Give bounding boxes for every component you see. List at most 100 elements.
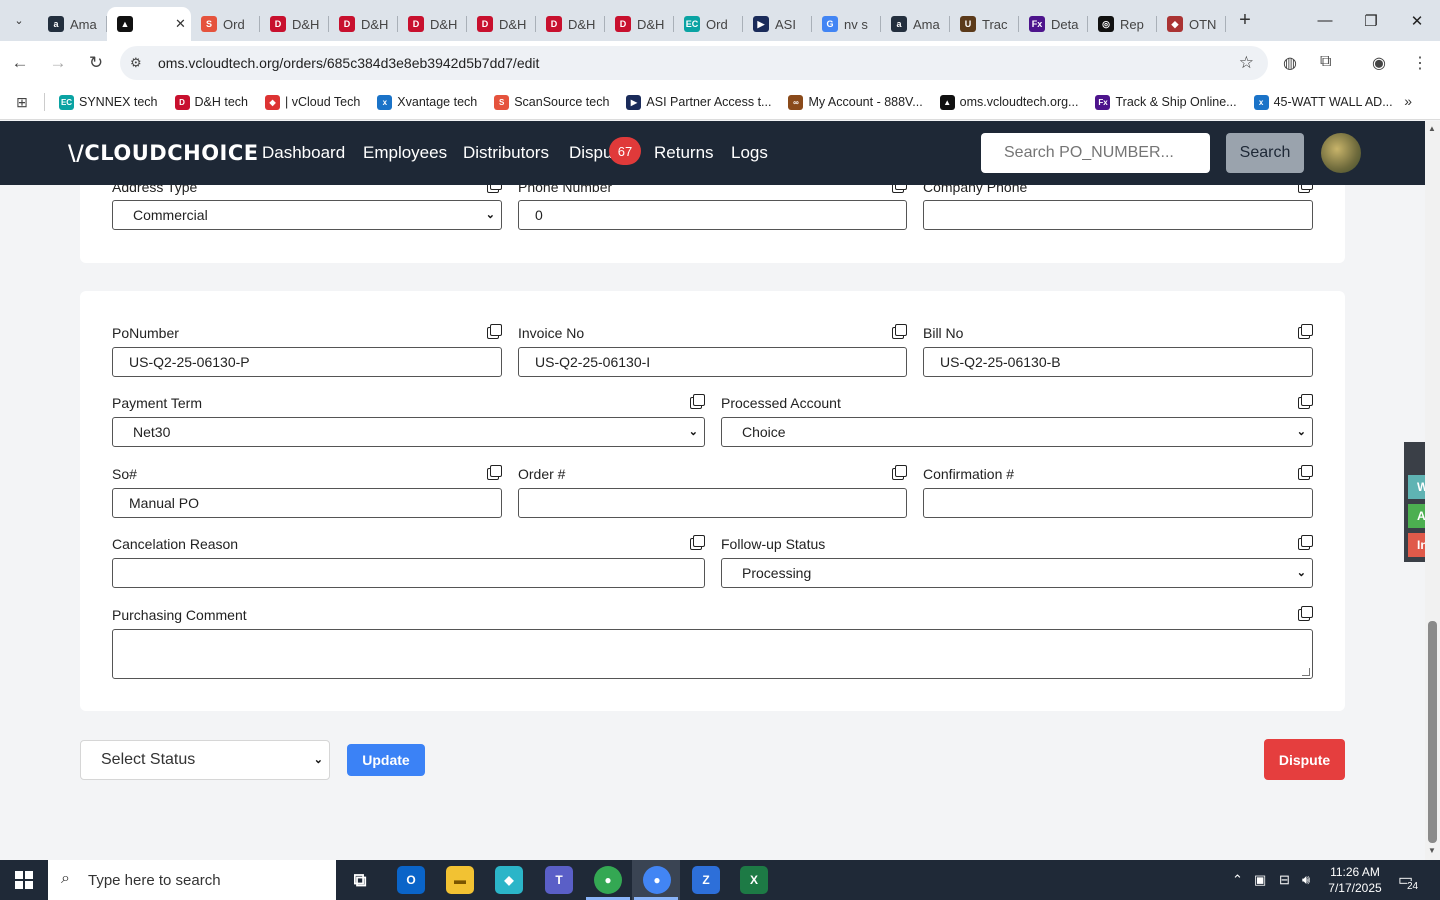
phone-number-field[interactable]: 0 [518,200,907,230]
so-number-field[interactable]: Manual PO [112,488,502,518]
company-phone-field[interactable] [923,200,1313,230]
app-diamond-icon[interactable]: ◆ [495,866,523,894]
zoom-icon[interactable]: Z [692,866,720,894]
browser-tab[interactable]: D D&H [398,7,467,41]
copy-icon[interactable] [892,185,907,193]
bookmark-item[interactable]: Fx Track & Ship Online... [1095,94,1237,110]
extensions-icon[interactable]: ⧉ [1320,53,1331,71]
bookmark-star-icon[interactable]: ☆ [1239,53,1254,73]
processed-account-select[interactable]: Choice ⌄ [721,417,1313,447]
chrome-icon[interactable]: ● [594,866,622,894]
copy-icon[interactable] [892,324,907,339]
address-bar[interactable]: ⚙ oms.vcloudtech.org/orders/685c384d3e8e… [120,46,1268,80]
search-button[interactable]: Search [1226,133,1304,173]
nav-dashboard[interactable]: Dashboard [262,143,345,163]
reload-icon[interactable]: ↻ [78,45,114,81]
tab-search-icon[interactable]: ⌄ [0,0,38,41]
bookmark-item[interactable]: x 45-WATT WALL AD... [1253,94,1393,110]
nav-logs[interactable]: Logs [731,143,768,163]
nav-employees[interactable]: Employees [363,143,447,163]
system-clock[interactable]: 11:26 AM 7/17/2025 [1320,864,1390,896]
copy-icon[interactable] [892,465,907,480]
browser-tab[interactable]: Fx Deta [1019,7,1088,41]
browser-tab[interactable]: ◎ Rep [1088,7,1157,41]
nav-distributors[interactable]: Distributors [463,143,549,163]
po-search-input[interactable] [981,133,1210,173]
bill-no-field[interactable]: US-Q2-25-06130-B [923,347,1313,377]
browser-tab[interactable]: ▲ ✕ [107,7,191,41]
address-type-select[interactable]: Commercial ⌄ [112,200,502,230]
browser-tab[interactable]: Gnv s [812,7,881,41]
browser-tab[interactable]: EC Ord [674,7,743,41]
close-window-icon[interactable]: ✕ [1394,0,1440,41]
excel-icon[interactable]: X [740,866,768,894]
back-icon[interactable]: ← [2,45,38,81]
copy-icon[interactable] [487,324,502,339]
panel-item-work[interactable]: Wor [1408,475,1425,499]
windows-start-icon[interactable] [0,860,48,900]
scroll-thumb[interactable] [1428,621,1437,843]
browser-tab[interactable]: D D&H [260,7,329,41]
order-number-field[interactable] [518,488,907,518]
user-avatar[interactable] [1321,133,1361,173]
file-explorer-icon[interactable]: ▬ [446,866,474,894]
page-scrollbar[interactable]: ▲ ▼ [1425,121,1440,860]
bookmark-item[interactable]: EC SYNNEX tech [59,94,158,110]
browser-tab[interactable]: U Trac [950,7,1019,41]
volume-icon[interactable]: 🔊︎ [1302,872,1310,888]
bookmark-item[interactable]: ◆ | vCloud Tech [265,94,360,110]
copy-icon[interactable] [1298,185,1313,193]
nav-returns[interactable]: Returns [654,143,714,163]
purchasing-comment-textarea[interactable] [112,629,1313,679]
dispute-button[interactable]: Dispute [1264,739,1345,780]
browser-tab[interactable]: D D&H [536,7,605,41]
update-button[interactable]: Update [347,744,425,776]
browser-tab[interactable]: S Ord [191,7,260,41]
browser-tab[interactable]: D D&H [467,7,536,41]
teams-icon[interactable]: T [545,866,573,894]
select-status-dropdown[interactable]: Select Status ⌄ [80,740,330,780]
scroll-up-icon[interactable]: ▲ [1428,124,1436,133]
task-view-icon[interactable]: ⧉ [346,866,374,894]
browser-tab[interactable]: a Ama [881,7,950,41]
copy-icon[interactable] [487,465,502,480]
copy-icon[interactable] [1298,394,1313,409]
payment-term-select[interactable]: Net30 ⌄ [112,417,705,447]
bookmark-item[interactable]: ∞ My Account - 888V... [788,94,923,110]
translate-icon[interactable]: ◍ [1283,53,1297,73]
invoice-no-field[interactable]: US-Q2-25-06130-I [518,347,907,377]
copy-icon[interactable] [690,535,705,550]
copy-icon[interactable] [1298,535,1313,550]
copy-icon[interactable] [1298,606,1313,621]
network-icon[interactable]: ⊟ [1279,872,1290,888]
browser-tab[interactable]: a Ama [38,7,107,41]
new-tab-button[interactable]: + [1230,9,1260,32]
outlook-icon[interactable]: O [397,866,425,894]
bookmark-item[interactable]: ▲ oms.vcloudtech.org... [939,94,1078,110]
chrome-profile-icon[interactable]: ● [643,866,671,894]
cloudchoice-logo[interactable]: \/CLOUDCHOICE [68,141,259,165]
apps-grid-icon[interactable]: ⊞ [0,94,44,111]
browser-tab[interactable]: ▶ ASI [743,7,812,41]
confirmation-field[interactable] [923,488,1313,518]
nav-disputes[interactable]: Dispu [569,143,612,163]
taskbar-search-box[interactable]: ⌕ Type here to search [48,860,336,900]
browser-tab[interactable]: D D&H [605,7,674,41]
browser-tab[interactable]: ◆ OTN [1157,7,1226,41]
po-number-field[interactable]: US-Q2-25-06130-P [112,347,502,377]
bookmark-item[interactable]: ▶ ASI Partner Access t... [626,94,771,110]
more-bookmarks-icon[interactable]: » [1404,93,1412,109]
copy-icon[interactable] [1298,465,1313,480]
copy-icon[interactable] [1298,324,1313,339]
bookmark-item[interactable]: S ScanSource tech [494,94,609,110]
restore-icon[interactable]: ❐ [1348,0,1394,41]
bookmark-item[interactable]: x Xvantage tech [377,94,477,110]
tray-expand-icon[interactable]: ⌃ [1232,872,1243,888]
profile-icon[interactable]: ◉ [1372,53,1386,73]
copy-icon[interactable] [487,185,502,193]
scroll-down-icon[interactable]: ▼ [1428,846,1436,855]
site-info-icon[interactable]: ⚙ [130,55,150,71]
followup-status-select[interactable]: Processing ⌄ [721,558,1313,588]
minimize-icon[interactable]: — [1302,0,1348,41]
panel-item-active[interactable]: Acti [1408,504,1425,528]
